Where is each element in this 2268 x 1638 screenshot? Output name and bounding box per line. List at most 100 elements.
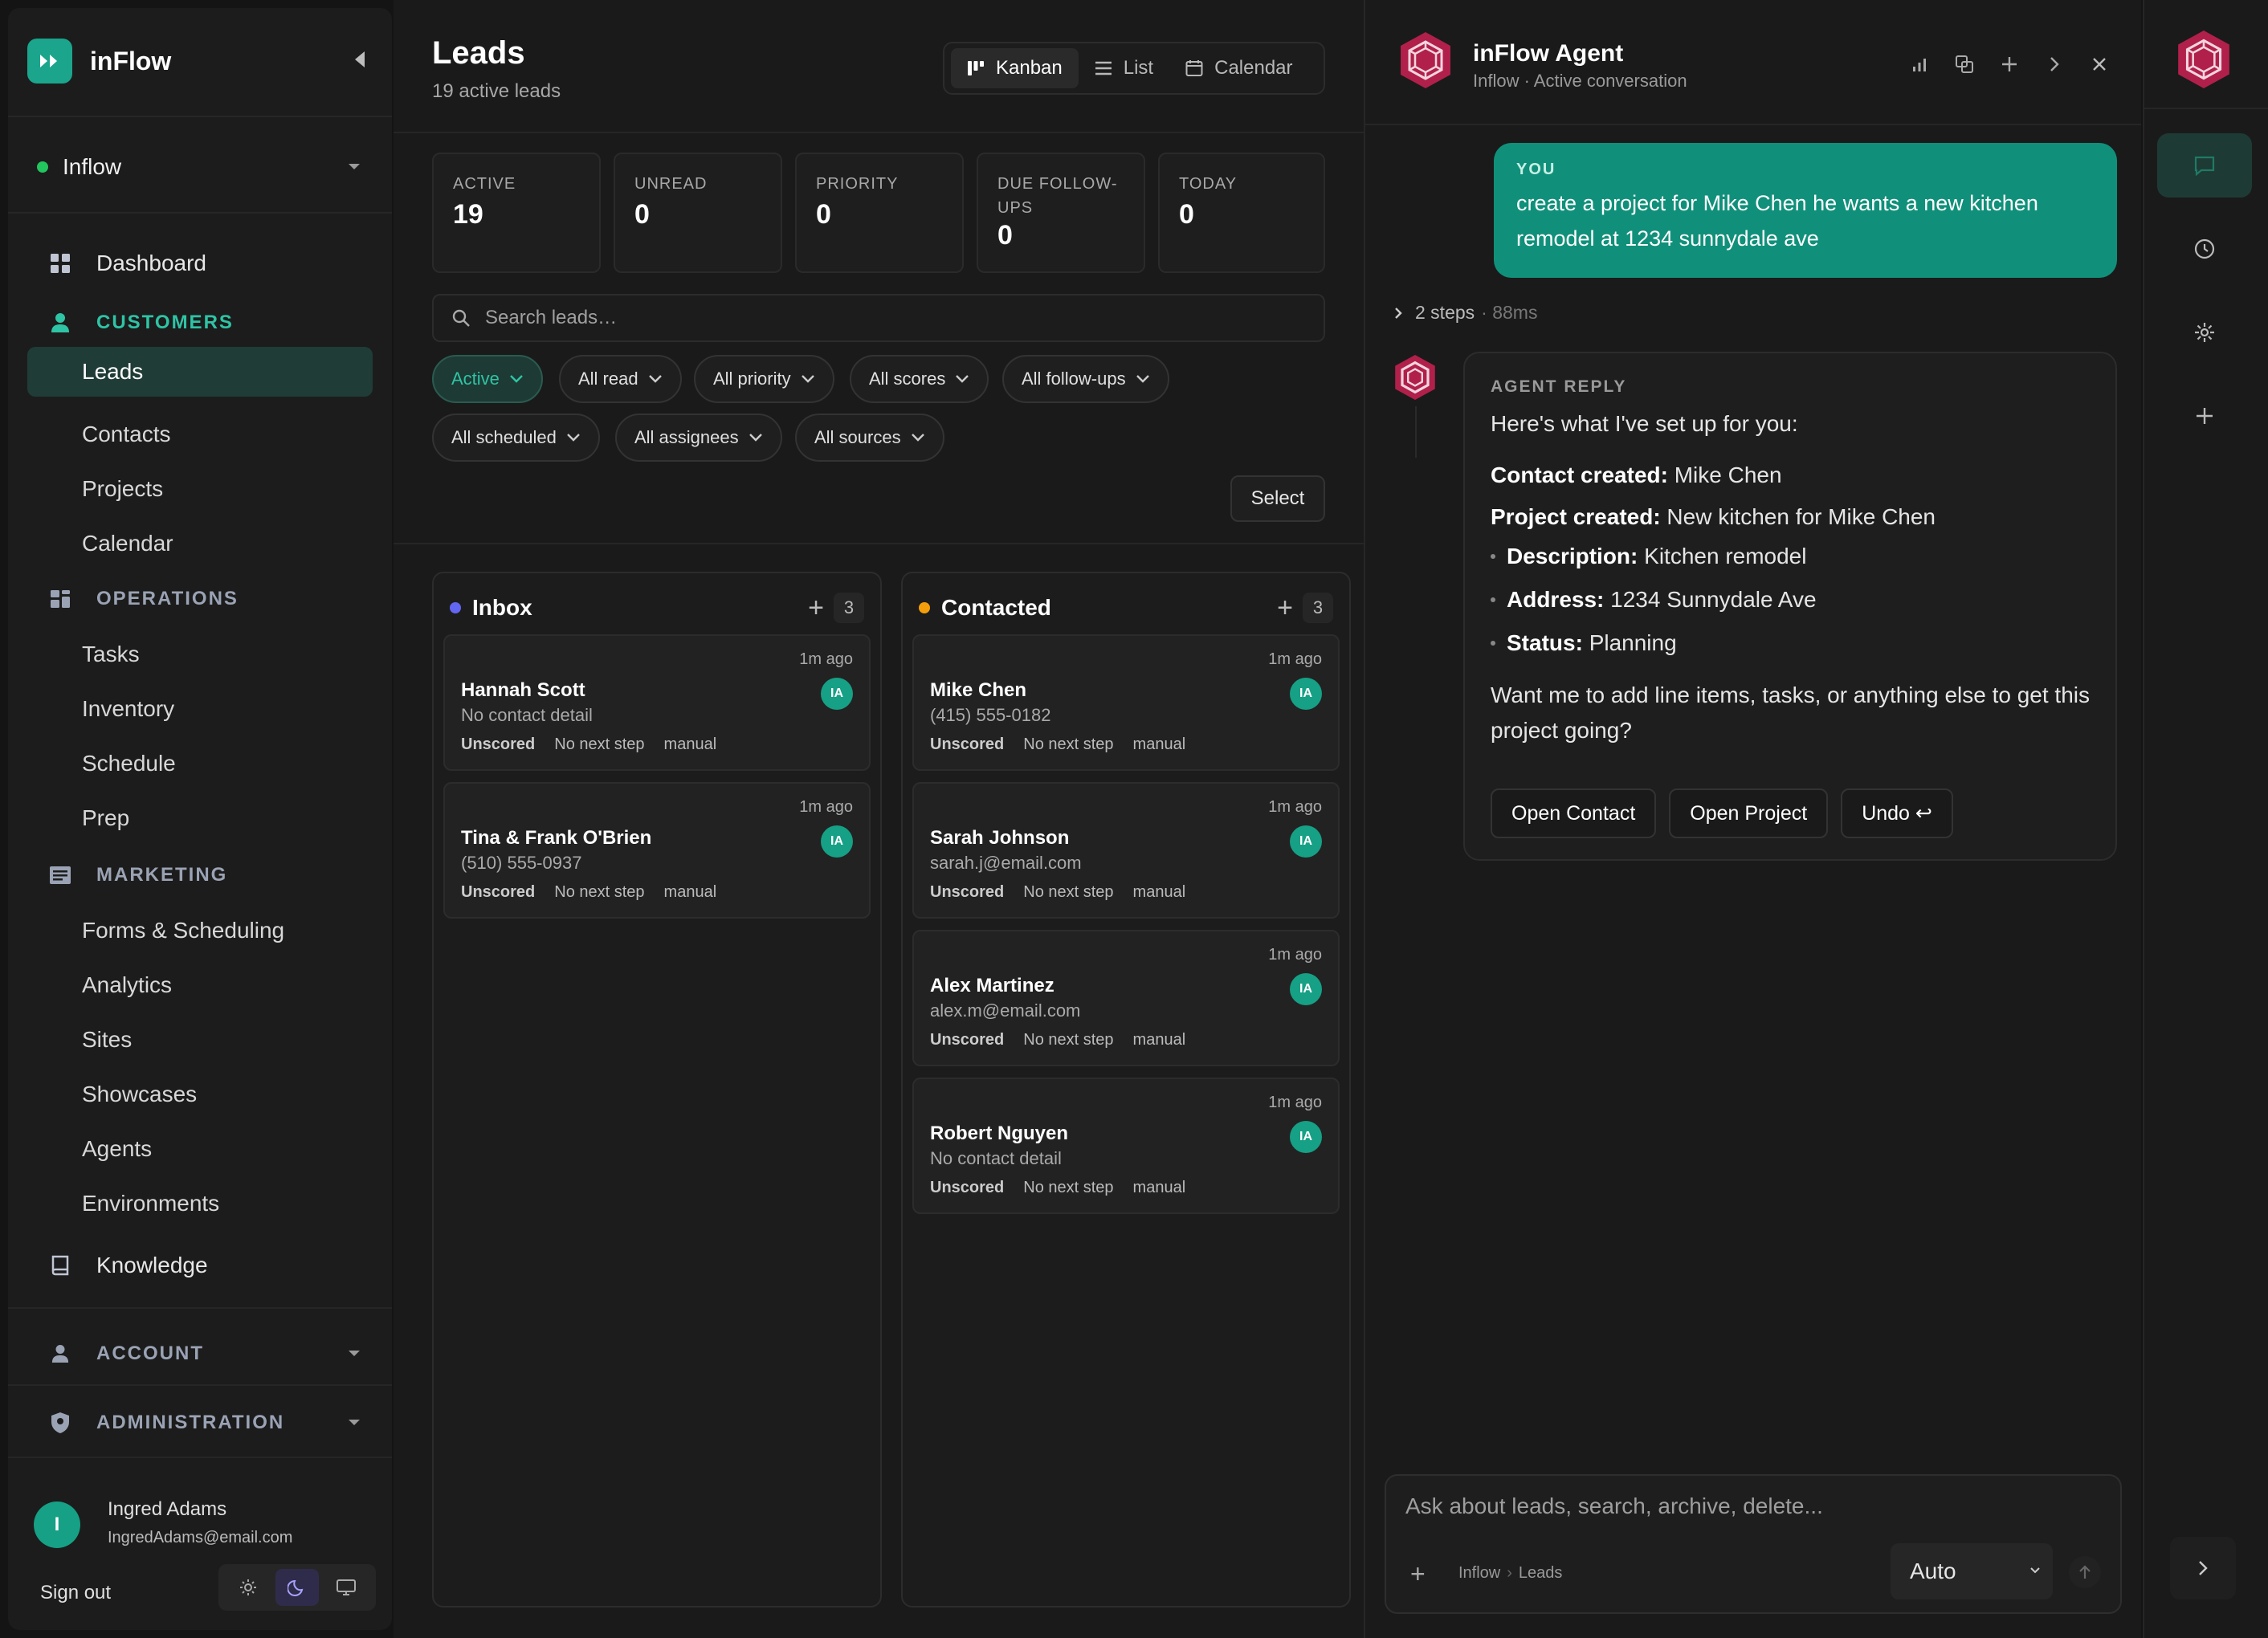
settings-button[interactable]	[2157, 300, 2252, 365]
lead-card[interactable]: 1m ago IA Mike Chen (415) 555-0182 Unsco…	[912, 634, 1340, 771]
chat-button[interactable]	[2157, 133, 2252, 198]
model-select[interactable]: Auto	[1891, 1543, 2053, 1599]
kanban-column-contacted: Contacted + 3 1m ago IA Mike Chen (415) …	[901, 572, 1351, 1607]
lead-score: Unscored	[930, 1179, 1005, 1196]
open-contact-button[interactable]: Open Contact	[1491, 788, 1657, 838]
add-lead-button[interactable]: +	[1277, 593, 1293, 624]
lead-tags: Unscored No next step manual	[930, 735, 1205, 754]
lead-card[interactable]: 1m ago IA Hannah Scott No contact detail…	[443, 634, 871, 771]
section-account[interactable]: ACCOUNT	[48, 1338, 360, 1370]
section-label: MARKETING	[96, 864, 228, 886]
sidebar-item-prep[interactable]: Prep	[82, 800, 129, 837]
chevron-down-icon	[349, 1351, 360, 1356]
sidebar-item-agents[interactable]: Agents	[82, 1131, 152, 1167]
light-theme-button[interactable]	[226, 1569, 270, 1606]
breadcrumb-item[interactable]: Leads	[1519, 1564, 1563, 1583]
stat-label: DUE FOLLOW-UPS	[997, 175, 1118, 217]
sidebar-item-schedule[interactable]: Schedule	[82, 745, 176, 782]
copy-icon	[1956, 55, 1973, 73]
sidebar-item-sites[interactable]: Sites	[82, 1021, 132, 1058]
sign-out-link[interactable]: Sign out	[40, 1582, 111, 1604]
steps-toggle[interactable]: 2 steps · 88ms	[1394, 302, 1537, 324]
user-message-bubble: YOU create a project for Mike Chen he wa…	[1494, 143, 2117, 278]
filter-read[interactable]: All read	[559, 355, 682, 403]
attach-button[interactable]: +	[1410, 1559, 1426, 1589]
breadcrumb-item[interactable]: Inflow	[1458, 1564, 1500, 1583]
search-input[interactable]	[485, 307, 1208, 329]
lead-card[interactable]: 1m ago IA Sarah Johnson sarah.j@email.co…	[912, 782, 1340, 919]
message-input[interactable]	[1405, 1493, 2096, 1534]
sidebar-item-dashboard[interactable]: Dashboard	[48, 244, 206, 283]
add-button[interactable]	[2157, 384, 2252, 448]
column-count: 3	[1303, 593, 1333, 623]
filter-scheduled[interactable]: All scheduled	[432, 414, 600, 462]
tab-calendar[interactable]: Calendar	[1169, 48, 1308, 88]
filter-sources[interactable]: All sources	[795, 414, 944, 462]
filter-priority[interactable]: All priority	[694, 355, 834, 403]
sidebar-item-forms-scheduling[interactable]: Forms & Scheduling	[82, 912, 284, 949]
sidebar-item-inventory[interactable]: Inventory	[82, 691, 174, 727]
lead-card[interactable]: 1m ago IA Tina & Frank O'Brien (510) 555…	[443, 782, 871, 919]
lead-time: 1m ago	[799, 798, 853, 816]
section-operations[interactable]: OPERATIONS	[48, 583, 239, 615]
filter-scores[interactable]: All scores	[850, 355, 989, 403]
expand-rail-button[interactable]	[2170, 1537, 2236, 1599]
page-title: Leads	[432, 35, 525, 71]
column-title: Contacted	[941, 595, 1051, 620]
lead-card[interactable]: 1m ago IA Robert Nguyen No contact detai…	[912, 1078, 1340, 1214]
reply-bullet: Description: Kitchen remodel	[1491, 535, 2090, 578]
sidebar-item-tasks[interactable]: Tasks	[82, 636, 140, 673]
filter-active[interactable]: Active	[432, 355, 543, 403]
tab-kanban[interactable]: Kanban	[951, 48, 1079, 88]
chevron-down-icon	[566, 433, 581, 442]
dark-theme-button[interactable]	[275, 1569, 319, 1606]
section-marketing[interactable]: MARKETING	[48, 859, 227, 891]
agent-logo-icon[interactable]	[2175, 29, 2233, 90]
sidebar-item-projects[interactable]: Projects	[82, 471, 163, 507]
grid-icon	[48, 251, 72, 275]
filter-assignees[interactable]: All assignees	[615, 414, 782, 462]
sidebar-item-environments[interactable]: Environments	[82, 1185, 219, 1222]
shield-icon	[48, 1411, 72, 1435]
app-root: inFlow Inflow Dashboard CUSTOMERS Leads …	[0, 0, 2268, 1638]
workspace-selector[interactable]: Inflow	[37, 149, 360, 185]
lead-contact: (415) 555-0182	[930, 705, 1051, 725]
new-conversation-button[interactable]	[1987, 50, 2032, 79]
select-button[interactable]: Select	[1230, 475, 1325, 522]
send-button[interactable]	[2069, 1556, 2101, 1588]
search-box	[432, 294, 1325, 342]
expand-button[interactable]	[2032, 50, 2077, 79]
collapse-sidebar-icon[interactable]	[355, 51, 365, 67]
section-label: CUSTOMERS	[96, 312, 234, 333]
undo-button[interactable]: Undo ↩	[1841, 788, 1953, 838]
sidebar-item-knowledge[interactable]: Knowledge	[48, 1246, 208, 1285]
history-button[interactable]	[2157, 217, 2252, 281]
app-logo[interactable]	[27, 39, 72, 84]
lead-source: manual	[1132, 735, 1186, 753]
tab-label: Calendar	[1214, 57, 1293, 79]
system-theme-button[interactable]	[324, 1569, 368, 1606]
right-rail	[2143, 0, 2268, 1638]
add-lead-button[interactable]: +	[808, 593, 824, 624]
sidebar-item-calendar[interactable]: Calendar	[82, 525, 173, 562]
sidebar-item-contacts[interactable]: Contacts	[82, 416, 171, 453]
sidebar-item-analytics[interactable]: Analytics	[82, 967, 172, 1004]
section-customers[interactable]: CUSTOMERS	[48, 307, 234, 339]
sidebar-item-showcases[interactable]: Showcases	[82, 1076, 197, 1113]
stat-label: UNREAD	[634, 175, 708, 193]
section-administration[interactable]: ADMINISTRATION	[48, 1407, 360, 1439]
lead-card[interactable]: 1m ago IA Alex Martinez alex.m@email.com…	[912, 930, 1340, 1066]
lead-next-step: No next step	[1023, 883, 1114, 901]
close-button[interactable]	[2077, 50, 2122, 79]
stats-button[interactable]	[1897, 50, 1942, 79]
copy-button[interactable]	[1942, 50, 1987, 79]
tab-list[interactable]: List	[1079, 48, 1169, 88]
user-icon	[48, 311, 72, 335]
user-profile[interactable]: I Ingred Adams IngredAdams@email.com	[34, 1493, 376, 1558]
reply-field-value: Mike Chen	[1674, 462, 1782, 487]
filter-follow-ups[interactable]: All follow-ups	[1002, 355, 1169, 403]
agent-reply-card: AGENT REPLY Here's what I've set up for …	[1463, 352, 2117, 861]
open-project-button[interactable]: Open Project	[1669, 788, 1829, 838]
active-item-highlight	[27, 347, 373, 397]
sidebar-item-leads[interactable]: Leads	[82, 353, 143, 390]
